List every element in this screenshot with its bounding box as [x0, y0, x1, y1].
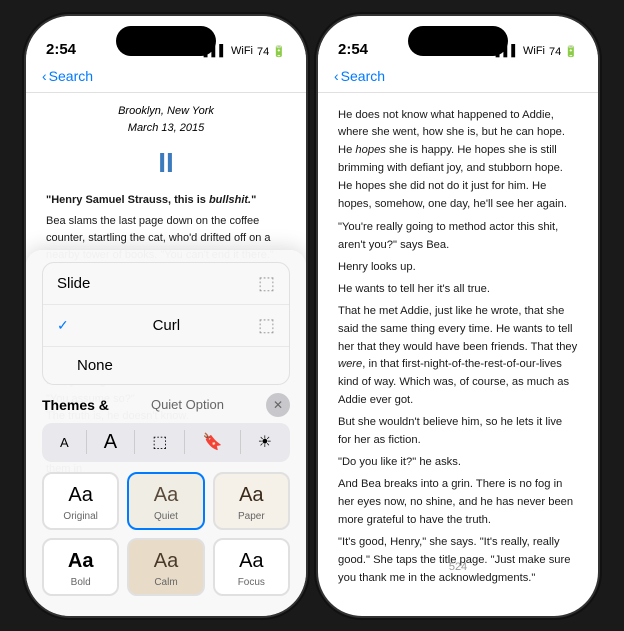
bookmark-icon[interactable]: 🔖 [197, 430, 229, 454]
nav-bar-right: ‹ Search [318, 64, 598, 93]
theme-original[interactable]: Aa Original [42, 472, 119, 530]
battery-left: 74 🔋 [257, 45, 286, 58]
left-phone: 2:54 ▌▌▌ WiFi 74 🔋 ‹ Search Brooklyn, Ne… [26, 16, 306, 616]
book-para-10: "What?" [338, 592, 578, 593]
book-para-5: That he met Addie, just like he wrote, t… [338, 303, 578, 411]
theme-grid: Aa Original Aa Quiet Aa Paper Aa Bold Aa [42, 472, 290, 596]
theme-original-aa: Aa [68, 484, 92, 507]
book-para-6: But she wouldn't believe him, so he lets… [338, 414, 578, 450]
page-number: 524 [449, 559, 467, 577]
nav-bar-left: ‹ Search [26, 64, 306, 93]
wifi-icon-right: WiFi [523, 45, 545, 57]
brightness-icon[interactable]: ☀ [252, 430, 278, 454]
book-para-3: Henry looks up. [338, 259, 578, 277]
check-icon: ✓ [57, 317, 69, 334]
back-chevron-icon: ‹ [42, 68, 47, 84]
back-button-left[interactable]: ‹ Search [42, 68, 290, 84]
theme-quiet-aa: Aa [154, 484, 178, 507]
back-label-right: Search [341, 68, 385, 84]
right-phone: 2:54 ▌▌▌ WiFi 74 🔋 ‹ Search He does not … [318, 16, 598, 616]
time-right: 2:54 [338, 41, 368, 58]
theme-focus-label: Focus [238, 577, 265, 588]
theme-bold-aa: Aa [68, 550, 94, 573]
book-content-right: He does not know what happened to Addie,… [318, 93, 598, 593]
dynamic-island [116, 26, 216, 56]
menu-item-none[interactable]: None [43, 347, 289, 384]
dynamic-island-right [408, 26, 508, 56]
book-para-2: "You're really going to method actor thi… [338, 219, 578, 255]
status-icons-right: ▌▌▌ WiFi 74 🔋 [496, 45, 578, 58]
font-decrease-button[interactable]: A [54, 433, 75, 452]
theme-bold[interactable]: Aa Bold [42, 538, 119, 596]
book-para-8: And Bea breaks into a grin. There is no … [338, 476, 578, 530]
slide-icon: ⬚ [258, 273, 275, 294]
theme-calm[interactable]: Aa Calm [127, 538, 204, 596]
chapter-number: II [46, 141, 286, 184]
battery-right: 74 🔋 [549, 45, 578, 58]
slide-menu: Slide ⬚ ✓ Curl ⬚ None [42, 262, 290, 385]
theme-paper-aa: Aa [239, 484, 263, 507]
wifi-icon: WiFi [231, 45, 253, 57]
back-button-right[interactable]: ‹ Search [334, 68, 582, 84]
theme-calm-aa: Aa [154, 550, 178, 573]
curl-label: Curl [153, 317, 181, 334]
book-header: Brooklyn, New York March 13, 2015 [46, 103, 286, 137]
theme-focus[interactable]: Aa Focus [213, 538, 290, 596]
back-chevron-icon-right: ‹ [334, 68, 339, 84]
divider-2 [134, 430, 135, 454]
slide-label: Slide [57, 275, 90, 292]
theme-quiet[interactable]: Aa Quiet [127, 472, 204, 530]
time-left: 2:54 [46, 41, 76, 58]
divider-1 [86, 430, 87, 454]
book-para-7: "Do you like it?" he asks. [338, 454, 578, 472]
back-label-left: Search [49, 68, 93, 84]
theme-paper-label: Paper [238, 511, 265, 522]
book-para-4: He wants to tell her it's all true. [338, 281, 578, 299]
status-icons-left: ▌▌▌ WiFi 74 🔋 [204, 45, 286, 58]
font-format-icon[interactable]: ⬚ [146, 430, 173, 454]
themes-title: Themes & [42, 397, 109, 413]
none-label: None [77, 357, 113, 374]
divider-4 [240, 430, 241, 454]
book-location: Brooklyn, New York [46, 103, 286, 120]
menu-item-curl[interactable]: ✓ Curl ⬚ [43, 305, 289, 347]
menu-item-slide[interactable]: Slide ⬚ [43, 263, 289, 305]
theme-quiet-label: Quiet [154, 511, 178, 522]
phones-container: 2:54 ▌▌▌ WiFi 74 🔋 ‹ Search Brooklyn, Ne… [26, 16, 598, 616]
divider-3 [184, 430, 185, 454]
font-increase-button[interactable]: A [98, 429, 123, 456]
overlay-panel: Slide ⬚ ✓ Curl ⬚ None Themes & Quiet Opt… [26, 250, 306, 616]
book-para-1: He does not know what happened to Addie,… [338, 107, 578, 215]
quiet-option-label: Quiet Option [151, 397, 224, 412]
curl-icon: ⬚ [258, 315, 275, 336]
book-date: March 13, 2015 [46, 120, 286, 137]
font-controls: A A ⬚ 🔖 ☀ [42, 423, 290, 462]
theme-original-label: Original [63, 511, 97, 522]
themes-header: Themes & Quiet Option ✕ [42, 393, 290, 417]
theme-calm-label: Calm [154, 577, 177, 588]
close-button[interactable]: ✕ [266, 393, 290, 417]
theme-paper[interactable]: Aa Paper [213, 472, 290, 530]
theme-focus-aa: Aa [239, 550, 263, 573]
theme-bold-label: Bold [71, 577, 91, 588]
